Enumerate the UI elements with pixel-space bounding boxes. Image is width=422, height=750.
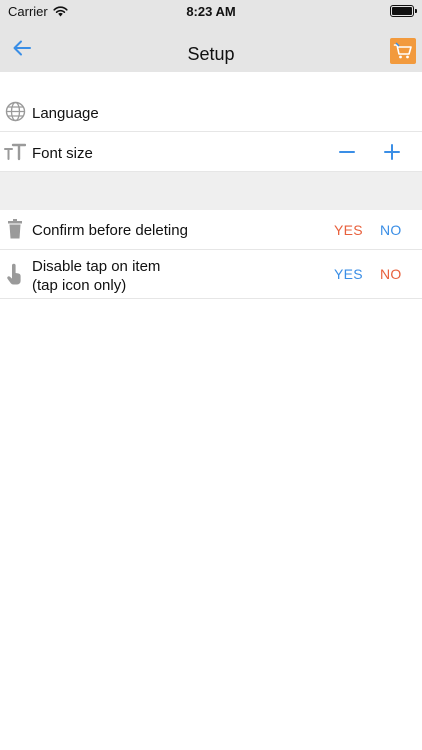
cart-button[interactable] [390, 38, 416, 64]
disable-tap-label: Disable tap on item (tap icon only) [32, 257, 160, 295]
arrow-left-icon [13, 40, 31, 56]
font-size-decrease-button[interactable] [335, 140, 359, 164]
disable-tap-yes-button[interactable]: YES [334, 266, 363, 282]
trash-icon [4, 218, 26, 240]
status-time: 8:23 AM [186, 4, 236, 19]
status-bar: Carrier 8:23 AM [0, 0, 422, 24]
globe-icon [4, 100, 26, 122]
disable-tap-title: Disable tap on item [32, 258, 161, 275]
confirm-delete-label: Confirm before deleting [32, 222, 188, 239]
cart-icon [393, 42, 412, 59]
section-spacer [0, 172, 422, 210]
setting-row-disable-tap: Disable tap on item (tap icon only) YES … [0, 250, 422, 299]
confirm-delete-no-button[interactable]: NO [380, 222, 402, 238]
plus-icon [384, 144, 400, 160]
page-title: Setup [187, 44, 235, 64]
font-size-increase-button[interactable] [380, 140, 404, 164]
confirm-delete-yes-button[interactable]: YES [334, 222, 363, 238]
back-button[interactable] [8, 34, 36, 62]
disable-tap-subtitle: (tap icon only) [32, 277, 127, 294]
setup-screen: Carrier 8:23 AM Setup Language Font size… [0, 0, 422, 750]
minus-icon [339, 151, 355, 153]
disable-tap-no-button[interactable]: NO [380, 266, 402, 282]
text-size-icon [4, 141, 26, 163]
font-size-label: Font size [32, 145, 93, 162]
setting-row-language[interactable]: Language [0, 90, 422, 132]
battery-icon [390, 5, 417, 17]
setting-row-confirm-delete: Confirm before deleting YES NO [0, 210, 422, 250]
nav-bar: Setup [0, 24, 422, 72]
language-label: Language [32, 105, 99, 122]
tap-hand-icon [4, 263, 26, 285]
setting-row-font-size: Font size [0, 132, 422, 172]
